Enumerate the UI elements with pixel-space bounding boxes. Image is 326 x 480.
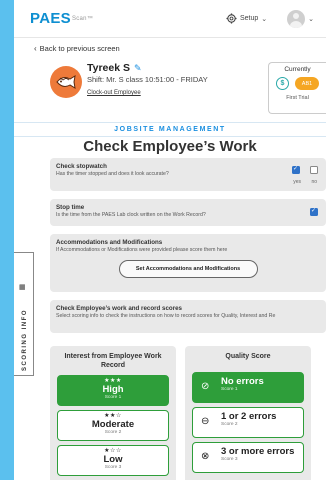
card-title: Stop time [56,204,85,211]
card-subtitle: Is the time from the PAES Lab clock writ… [56,212,206,218]
score-panels: Interest from Employee Work Record ★★★ H… [50,346,311,480]
option-score: Score 3 [221,457,238,462]
yes-label: yes [293,179,301,185]
gear-icon [226,13,237,24]
stars-icon: ★★☆ [104,413,122,419]
trial-label: First Trial [286,95,309,101]
calculator-icon: ▦ [19,284,26,291]
option-score: Score 3 [104,465,122,470]
chevron-down-icon: ⌄ [261,15,268,23]
stopwatch-yes-checkbox[interactable] [292,165,300,174]
page-title: Check Employee’s Work [83,138,257,155]
scoring-info-label: SCORING INFO [22,308,28,371]
x-circle-icon: ⊗ [201,451,210,462]
chevron-left-icon: ‹ [34,44,37,53]
accommodations-card: Accommodations and Modifications If Acco… [50,234,326,292]
option-label: 1 or 2 errors [221,411,277,422]
card-subtitle: If Accommodations or Modifications were … [56,247,228,253]
station-badge: AB1 [295,77,319,90]
interest-option-high[interactable]: ★★★ High Score 1 [57,375,169,406]
option-label: 3 or more errors [221,446,295,457]
avatar [287,9,306,28]
employee-avatar [50,66,82,98]
stars-icon: ★★★ [104,378,122,384]
employee-info: Tyreek S ✎ Shift: Mr. S class 10:51:00 -… [87,62,208,96]
stopwatch-no-checkbox[interactable] [310,166,318,174]
quality-option-1-2-errors[interactable]: ⊖ 1 or 2 errors Score 2 [192,407,304,438]
quality-panel-title: Quality Score [225,353,271,360]
stars-icon: ★☆☆ [104,448,122,454]
quality-option-3-plus-errors[interactable]: ⊗ 3 or more errors Score 3 [192,442,304,473]
option-score: Score 1 [221,387,238,392]
interest-panel-title: Interest from Employee Work Record [64,353,162,369]
section-header: JOBSITE MANAGEMENT [14,122,326,137]
option-label: High [102,384,124,395]
employee-name-row: Tyreek S ✎ [87,62,208,74]
interest-panel: Interest from Employee Work Record ★★★ H… [50,346,176,480]
employee-shift: Shift: Mr. S class 10:51:00 - FRIDAY [87,75,208,84]
option-score: Score 1 [104,395,122,400]
coin-icon: $ [276,77,289,90]
user-menu[interactable]: ⌄ [287,9,314,28]
card-subtitle: Select scoring info to check the instruc… [56,313,276,319]
app-logo[interactable]: PAESScan™ [30,10,93,27]
back-link-label: Back to previous screen [39,44,120,53]
no-label: no [311,179,317,185]
back-link[interactable]: ‹ Back to previous screen [14,38,326,56]
stop-time-card: Stop time Is the time from the PAES Lab … [50,199,326,226]
setup-menu[interactable]: Setup ⌄ [226,13,267,24]
option-score: Score 2 [221,422,238,427]
employee-card: Tyreek S ✎ Shift: Mr. S class 10:51:00 -… [14,56,326,122]
top-bar: PAESScan™ Setup ⌄ ⌄ [14,0,326,38]
option-score: Score 2 [104,430,122,435]
card-subtitle: Has the timer stopped and does it look a… [56,171,169,177]
stop-time-checkbox[interactable] [310,207,318,216]
card-title: Check Employee’s work and record scores [56,305,182,312]
checklist: Check stopwatch Has the timer stopped an… [50,158,326,341]
card-title: Check stopwatch [56,163,107,170]
minus-circle-icon: ⊖ [201,416,210,427]
currently-panel: Currently $ AB1 First Trial [268,62,326,114]
employee-name: Tyreek S [87,62,130,74]
app-frame: PAESScan™ Setup ⌄ ⌄ ‹ Back to previous sc… [14,0,326,480]
chevron-down-icon: ⌄ [308,15,314,23]
stopwatch-card: Check stopwatch Has the timer stopped an… [50,158,326,191]
setup-label: Setup [239,15,259,22]
pencil-icon[interactable]: ✎ [134,63,142,74]
quality-option-no-errors[interactable]: ⊘ No errors Score 1 [192,372,304,403]
option-label: Moderate [91,419,135,430]
currently-label: Currently [284,66,311,73]
interest-option-moderate[interactable]: ★★☆ Moderate Score 2 [57,410,169,441]
quality-panel: Quality Score ⊘ No errors Score 1 ⊖ 1 or… [185,346,311,480]
card-title: Accommodations and Modifications [56,239,163,246]
clock-out-link[interactable]: Clock-out Employee [87,90,208,96]
option-label: Low [103,454,123,465]
fish-icon [56,75,76,89]
check-circle-icon: ⊘ [201,381,210,392]
record-scores-card: Check Employee’s work and record scores … [50,300,326,333]
scoring-info-tab[interactable]: ▦ SCORING INFO [14,252,34,376]
option-label: No errors [221,376,264,387]
set-accommodations-button[interactable]: Set Accommodations and Modifications [118,260,258,278]
interest-option-low[interactable]: ★☆☆ Low Score 3 [57,445,169,476]
